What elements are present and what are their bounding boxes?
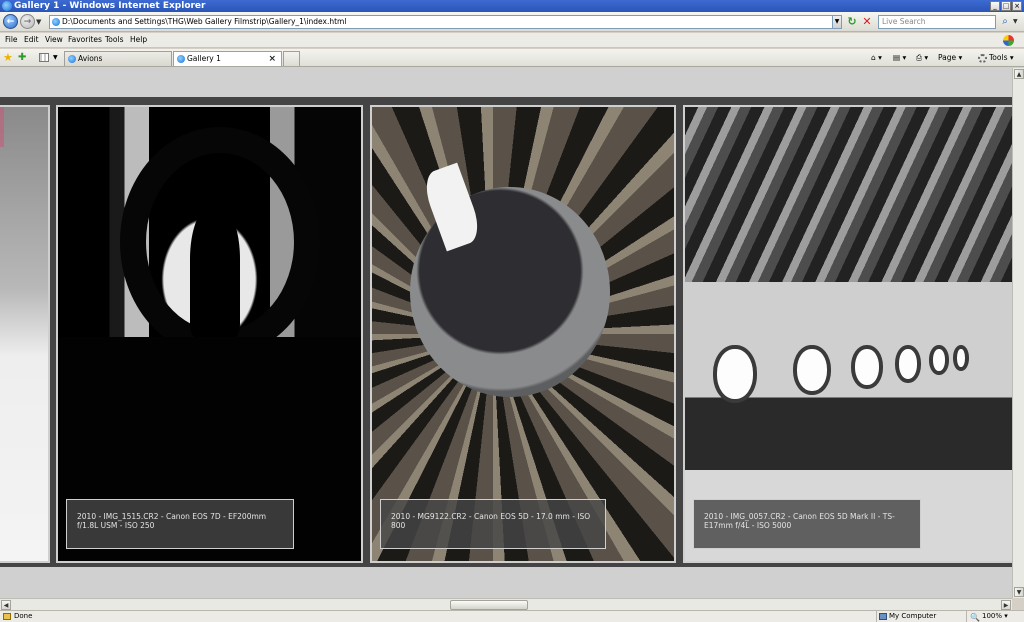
search-input[interactable]: Live Search [878,15,996,29]
stop-button[interactable]: ✕ [861,16,873,28]
status-text: Done [14,612,33,620]
tools-menu-button[interactable]: Tools ▾ [978,52,1014,64]
photo-detail [929,345,949,375]
scroll-left-button[interactable]: ◀ [1,600,11,610]
menu-view[interactable]: View [45,35,63,44]
page-status-icon [3,613,11,620]
menu-tools[interactable]: Tools [105,35,123,44]
photo-caption: 2010 - IMG_0057.CR2 - Canon EOS 5D Mark … [693,499,921,549]
gallery-photo-engine[interactable]: 2010 - MG9122.CR2 - Canon EOS 5D - 17.0 … [370,105,676,563]
close-window-button[interactable]: × [1012,1,1022,11]
zoom-control[interactable]: 🔍 100% ▾ [966,611,1024,622]
photo-detail [851,345,883,389]
security-zone[interactable]: My Computer [876,611,964,622]
scroll-thumb[interactable] [450,600,528,610]
scroll-right-button[interactable]: ▶ [1001,600,1011,610]
photo-caption: 2010 - IMG_1515.CR2 - Canon EOS 7D - EF2… [66,499,294,549]
scroll-down-button[interactable]: ▼ [1014,587,1024,597]
new-tab-button[interactable] [283,51,300,66]
page-icon [52,18,60,26]
computer-icon [879,613,887,620]
home-icon: ⌂ [871,53,876,62]
tab-avions[interactable]: Avions [64,51,172,66]
photo-detail [953,345,969,371]
search-icon[interactable]: ⌕ [998,15,1012,29]
tab-page-icon [177,55,185,63]
back-button[interactable]: ← [3,14,18,29]
address-dropdown-button[interactable]: ▼ [832,15,842,29]
print-button[interactable]: ⎙ ▾ [916,52,928,64]
quick-tabs-icon[interactable] [39,53,49,62]
maximize-button[interactable]: □ [1001,1,1011,11]
print-icon: ⎙ [916,53,922,62]
gallery-photo-silhouette[interactable]: 2010 - IMG_1515.CR2 - Canon EOS 7D - EF2… [56,105,363,563]
zone-label: My Computer [889,612,937,620]
tab-gallery-1[interactable]: Gallery 1 × [173,51,282,66]
close-tab-icon[interactable]: × [268,52,276,66]
ie-logo-icon [2,1,12,11]
zoom-icon: 🔍 [970,613,980,622]
photo-detail [685,107,1012,282]
photo-detail [895,345,921,383]
tab-bar: ★ ✚ ▼ Avions Gallery 1 × ⌂ ▾ ▤ ▾ ⎙ ▾ Pag… [0,49,1024,67]
window-title-bar: Gallery 1 - Windows Internet Explorer _ … [0,0,1024,12]
vertical-scrollbar[interactable]: ▲ ▼ [1012,68,1024,598]
gear-icon [978,53,987,63]
menu-edit[interactable]: Edit [24,35,39,44]
status-bar: Done My Computer 🔍 100% ▾ [0,610,1024,622]
menu-help[interactable]: Help [130,35,147,44]
tab-list-dropdown[interactable]: ▼ [53,54,58,61]
tab-page-icon [68,55,76,63]
feeds-button[interactable]: ▤ ▾ [893,52,906,64]
tab-label: Gallery 1 [187,54,221,63]
menu-file[interactable]: File [5,35,18,44]
gallery-photo-cabin[interactable]: 2010 - IMG_0057.CR2 - Canon EOS 5D Mark … [683,105,1014,563]
filmstrip: 2010 - IMG_1515.CR2 - Canon EOS 7D - EF2… [0,97,1014,567]
add-favorite-icon[interactable]: ✚ [18,51,26,64]
photo-detail [713,345,757,403]
horizontal-scrollbar[interactable]: ◀ ▶ [0,598,1012,610]
scroll-up-button[interactable]: ▲ [1014,69,1024,79]
minimize-button[interactable]: _ [990,1,1000,11]
windows-logo-icon [1003,35,1014,46]
gallery-photo-partial[interactable] [0,105,50,563]
forward-button[interactable]: → [20,14,35,29]
page-label: Page [938,53,957,62]
search-options-dropdown[interactable]: ▼ [1013,18,1018,25]
page-content: 2010 - IMG_1515.CR2 - Canon EOS 7D - EF2… [0,68,1014,598]
recent-pages-dropdown[interactable]: ▼ [36,18,41,26]
page-menu-button[interactable]: Page ▾ [938,52,962,64]
tools-label: Tools [989,53,1008,62]
address-bar-row: ← → ▼ D:\Documents and Settings\THG\Web … [0,12,1024,32]
scrollbar-corner [1012,598,1024,610]
tab-label: Avions [78,54,103,63]
menu-favorites[interactable]: Favorites [68,35,102,44]
photo-caption: 2010 - MG9122.CR2 - Canon EOS 5D - 17.0 … [380,499,606,549]
home-button[interactable]: ⌂ ▾ [871,52,882,64]
photo-detail [793,345,831,395]
refresh-button[interactable]: ↻ [846,16,858,28]
window-title: Gallery 1 - Windows Internet Explorer [14,1,206,11]
feeds-icon: ▤ [893,53,901,62]
favorites-star-icon[interactable]: ★ [3,51,13,64]
address-input[interactable]: D:\Documents and Settings\THG\Web Galler… [49,15,842,29]
photo-detail [190,207,240,337]
address-url: D:\Documents and Settings\THG\Web Galler… [62,17,347,26]
menu-bar: File Edit View Favorites Tools Help [0,33,1024,48]
zoom-level: 100% [982,612,1003,620]
